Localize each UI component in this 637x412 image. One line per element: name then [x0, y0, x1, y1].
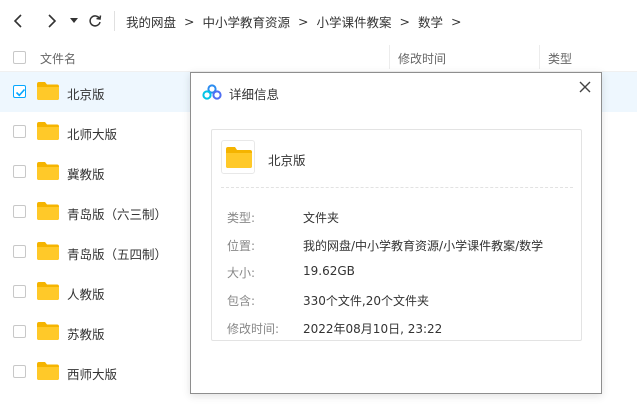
file-list-header: 文件名 修改时间 类型: [0, 42, 637, 72]
column-divider[interactable]: [539, 45, 540, 69]
column-divider[interactable]: [389, 45, 390, 69]
refresh-icon: [89, 15, 102, 27]
close-icon[interactable]: [577, 79, 593, 95]
file-name: 青岛版（五四制）: [67, 247, 168, 262]
folder-icon: [37, 162, 59, 180]
breadcrumb-item[interactable]: 数学: [418, 12, 443, 31]
file-name: 北京版: [67, 87, 105, 102]
info-key: 包含:: [227, 294, 256, 308]
breadcrumb-item[interactable]: 小学课件教案: [317, 12, 392, 31]
row-checkbox[interactable]: [13, 365, 26, 378]
forward-button[interactable]: [40, 10, 62, 32]
folder-icon: [37, 362, 59, 380]
breadcrumb-item[interactable]: 我的网盘: [126, 12, 176, 31]
row-checkbox[interactable]: [13, 285, 26, 298]
dialog-title: 详细信息: [229, 87, 280, 102]
file-name: 北师大版: [67, 127, 118, 142]
info-value: 19.62GB: [303, 264, 355, 278]
details-dialog: 详细信息 北京版 类型: 文件夹 位置: 我的网盘/中小学教育资源/小学课件教案…: [190, 72, 602, 394]
refresh-button[interactable]: [84, 10, 106, 32]
row-checkbox[interactable]: [13, 205, 26, 218]
info-value: 文件夹: [303, 211, 340, 225]
folder-icon: [37, 202, 59, 220]
folder-icon: [37, 242, 59, 260]
folder-icon: [37, 122, 59, 140]
file-name: 苏教版: [67, 327, 105, 342]
info-key: 位置:: [227, 239, 256, 253]
column-header-modified[interactable]: 修改时间: [398, 50, 446, 67]
row-checkbox[interactable]: [13, 165, 26, 178]
nav-divider: [114, 11, 115, 31]
details-divider: [221, 187, 573, 188]
row-checkbox[interactable]: [13, 125, 26, 138]
breadcrumb-separator: >: [298, 13, 309, 29]
folder-icon: [37, 322, 59, 340]
file-name: 西师大版: [67, 367, 118, 382]
details-file-name: 北京版: [268, 153, 306, 168]
details-card: 北京版 类型: 文件夹 位置: 我的网盘/中小学教育资源/小学课件教案/数学 大…: [211, 129, 582, 341]
folder-icon: [37, 82, 59, 100]
file-name: 冀教版: [67, 167, 105, 182]
row-checkbox[interactable]: [13, 85, 26, 98]
info-value: 2022年08月10日, 23:22: [303, 322, 443, 336]
info-value: 330个文件,20个文件夹: [303, 294, 429, 308]
back-button[interactable]: [8, 10, 30, 32]
row-checkbox[interactable]: [13, 245, 26, 258]
info-key: 修改时间:: [227, 322, 280, 336]
breadcrumb-separator: >: [184, 13, 195, 29]
column-header-type[interactable]: 类型: [548, 50, 572, 67]
row-checkbox[interactable]: [13, 325, 26, 338]
history-dropdown-button[interactable]: [66, 10, 82, 32]
select-all-checkbox[interactable]: [13, 51, 26, 64]
breadcrumb: 我的网盘 > 中小学教育资源 > 小学课件教案 > 数学 >: [126, 0, 470, 42]
folder-icon: [37, 282, 59, 300]
file-name: 人教版: [67, 287, 105, 302]
column-header-name[interactable]: 文件名: [40, 50, 76, 67]
info-value: 我的网盘/中小学教育资源/小学课件教案/数学: [303, 239, 544, 253]
caret-down-icon: [70, 18, 78, 23]
info-key: 类型:: [227, 211, 256, 225]
file-name: 青岛版（六三制）: [67, 207, 168, 222]
breadcrumb-separator: >: [399, 13, 410, 29]
chevron-left-icon: [13, 14, 22, 28]
breadcrumb-item[interactable]: 中小学教育资源: [203, 12, 291, 31]
folder-icon: [226, 147, 252, 168]
navigation-bar: 我的网盘 > 中小学教育资源 > 小学课件教案 > 数学 >: [0, 0, 637, 42]
file-icon-box: [221, 140, 255, 174]
info-key: 大小:: [227, 266, 256, 280]
breadcrumb-separator: >: [451, 13, 462, 29]
cloud-logo-icon: [202, 84, 222, 100]
chevron-right-icon: [48, 14, 57, 28]
